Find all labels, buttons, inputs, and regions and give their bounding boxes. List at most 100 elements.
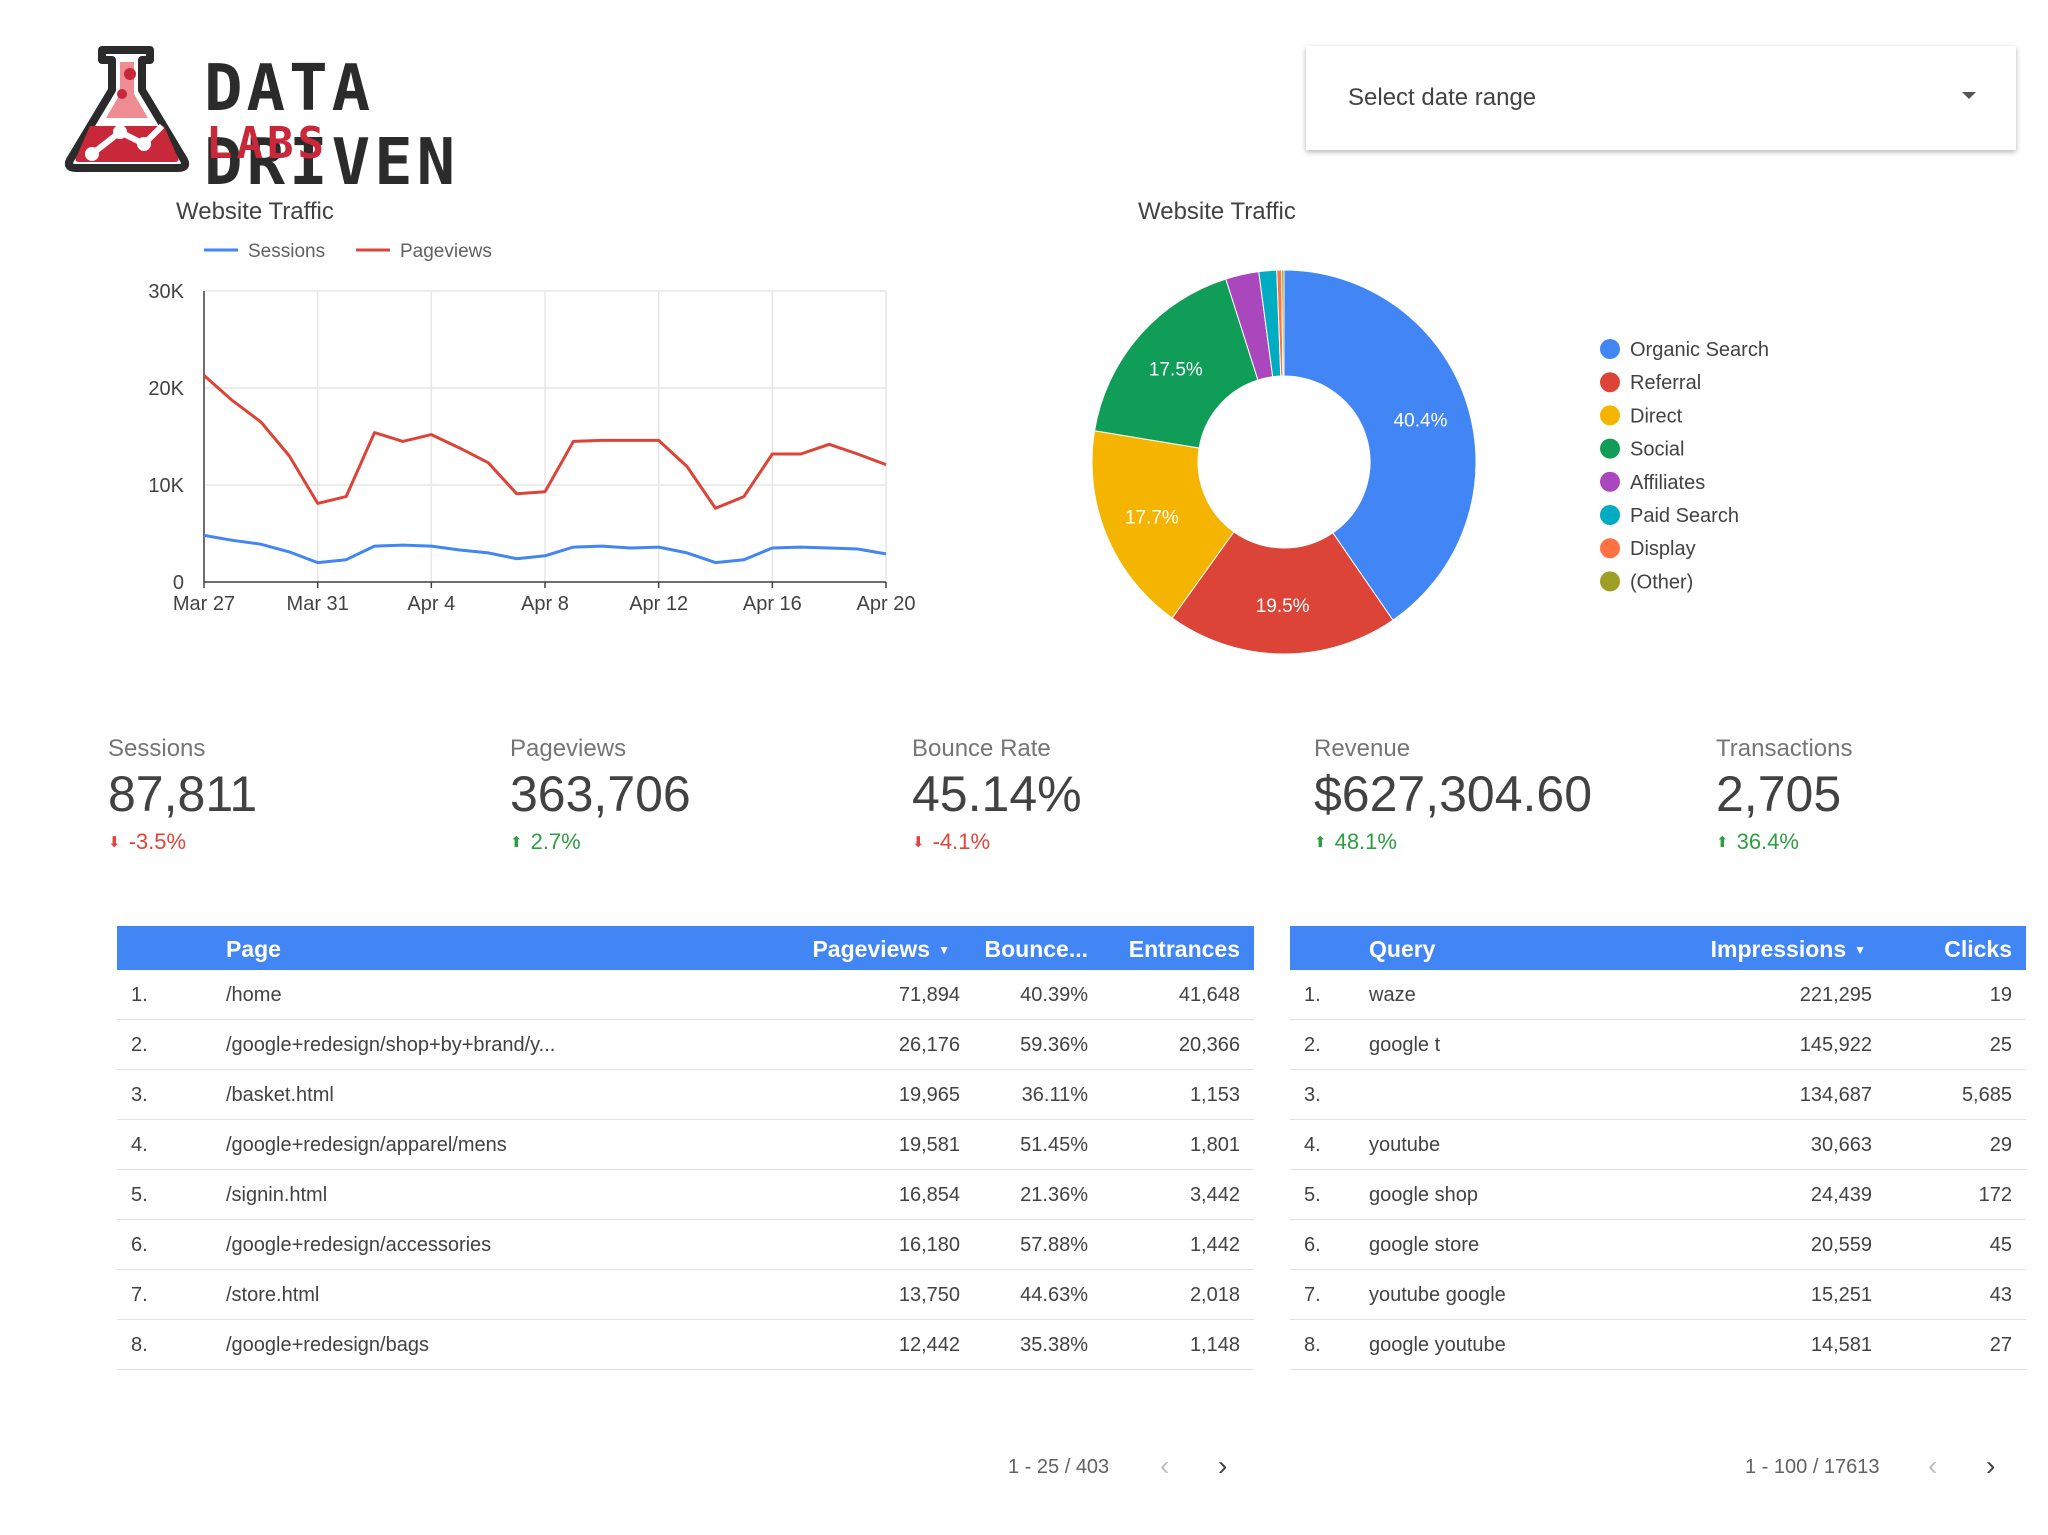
chevron-left-icon[interactable]: ‹: [1160, 1450, 1169, 1482]
cell-query: google t: [1369, 1034, 1441, 1056]
cell-bounce-rate: 36.11%: [1021, 1084, 1088, 1106]
scorecard-bounce-rate: Bounce Rate 45.14% ⬇ -4.1%: [912, 735, 1292, 855]
legend-label: Direct: [1630, 405, 1683, 427]
cell-clicks: 25: [1989, 1034, 2012, 1056]
table-row[interactable]: 8. google youtube 14,581 27: [1290, 1320, 2026, 1370]
cell-pageviews: 26,176: [898, 1034, 960, 1056]
logo-wordmark-line2: LABS: [206, 118, 328, 169]
table-row[interactable]: 4. youtube 30,663 29: [1290, 1120, 2026, 1170]
scorecard-delta-value: 2.7%: [530, 829, 581, 854]
table-row[interactable]: 9./google+redesign/nest/nest-usa12,38126…: [117, 1370, 1254, 1376]
pie-slice-affiliates: [1225, 271, 1274, 381]
cell-entrances: 1,442: [1189, 1234, 1240, 1256]
scorecard-value: 45.14%: [912, 766, 1082, 822]
row-index: 6.: [1304, 1234, 1321, 1256]
scorecard-value: $627,304.60: [1314, 766, 1593, 822]
line-chart-title: Website Traffic: [176, 198, 334, 225]
legend-swatch: [1600, 372, 1620, 393]
scorecard-label: Bounce Rate: [912, 735, 1051, 762]
scorecard-delta: ⬆ 48.1%: [1314, 829, 1694, 855]
table-row[interactable]: 4. /google+redesign/apparel/mens 19,581 51.…: [117, 1120, 1254, 1170]
column-header-impressions[interactable]: Impressions ▼: [1711, 936, 1866, 963]
cell-clicks: 5,685: [1961, 1084, 2012, 1106]
table-row[interactable]: 6. /google+redesign/accessories 16,180 57.8…: [117, 1220, 1254, 1270]
y-tick-label: 30K: [148, 281, 184, 303]
table-row[interactable]: 7. youtube google 15,251 43: [1290, 1270, 2026, 1320]
column-header-bounce[interactable]: Bounce...: [984, 936, 1088, 963]
row-index: 8.: [131, 1334, 148, 1356]
row-index: 7.: [1304, 1284, 1321, 1306]
legend-swatch: [1600, 405, 1620, 426]
cell-impressions: 15,251: [1810, 1284, 1872, 1306]
cell-entrances: 2,018: [1189, 1284, 1240, 1306]
scorecard-delta: ⬇ -3.5%: [108, 829, 488, 855]
cell-bounce-rate: 44.63%: [1020, 1284, 1088, 1306]
cell-bounce-rate: 59.36%: [1020, 1034, 1088, 1056]
cell-page: /google+redesign/shop+by+brand/y...: [226, 1034, 556, 1056]
date-range-selector[interactable]: Select date range: [1306, 46, 2016, 150]
table-row[interactable]: 2. google t 145,922 25: [1290, 1020, 2026, 1070]
row-index: 4.: [1304, 1134, 1321, 1156]
chevron-down-icon: [1962, 92, 1976, 99]
table-row[interactable]: 6. google store 20,559 45: [1290, 1220, 2026, 1270]
table-row[interactable]: 3. 134,687 5,685: [1290, 1070, 2026, 1120]
series-line-sessions: [203, 533, 887, 565]
scorecard-transactions: Transactions 2,705 ⬆ 36.4%: [1716, 735, 2048, 855]
cell-query: youtube google: [1369, 1284, 1506, 1306]
y-tick-label: 0: [173, 572, 184, 594]
table-header: Query Impressions ▼ Clicks: [1290, 926, 2026, 970]
cell-impressions: 134,687: [1799, 1084, 1872, 1106]
pie-slice-label: 17.5%: [1149, 359, 1203, 380]
chevron-right-icon[interactable]: ›: [1218, 1450, 1227, 1482]
pie-slice-social: [1093, 278, 1259, 449]
pie-slice-organic-search: [1283, 269, 1477, 621]
chevron-right-icon[interactable]: ›: [1986, 1450, 1995, 1482]
legend-swatch: [1600, 571, 1620, 592]
table-row[interactable]: 2. /google+redesign/shop+by+brand/y... 26,…: [117, 1020, 1254, 1070]
legend-label: Organic Search: [1630, 339, 1769, 361]
row-index: 5.: [1304, 1184, 1321, 1206]
cell-pageviews: 16,854: [898, 1184, 960, 1206]
legend-label: Social: [1630, 439, 1684, 461]
column-header-query[interactable]: Query: [1369, 936, 1435, 963]
row-index: 5.: [131, 1184, 148, 1206]
pie-slice-label: 40.4%: [1394, 411, 1448, 432]
table-row[interactable]: 1. waze 221,295 19: [1290, 970, 2026, 1020]
cell-query: google youtube: [1369, 1334, 1506, 1356]
chevron-left-icon[interactable]: ‹: [1928, 1450, 1937, 1482]
column-header-pageviews[interactable]: Pageviews ▼: [812, 936, 950, 963]
scorecard-delta-value: 36.4%: [1736, 829, 1799, 854]
cell-page: /google+redesign/apparel/mens: [226, 1134, 507, 1156]
row-index: 2.: [1304, 1034, 1321, 1056]
logo: DATA DRIVEN LABS: [62, 46, 602, 200]
table-row[interactable]: 8. /google+redesign/bags 12,442 35.38% 1,148: [117, 1320, 1254, 1370]
cell-clicks: 29: [1989, 1134, 2012, 1156]
table-row[interactable]: 7. /store.html 13,750 44.63% 2,018: [117, 1270, 1254, 1320]
column-header-page[interactable]: Page: [226, 936, 281, 963]
table-row[interactable]: 9.google water12,47117: [1290, 1370, 2026, 1376]
x-tick-label: Apr 16: [743, 593, 802, 615]
table-row[interactable]: 3. /basket.html 19,965 36.11% 1,153: [117, 1070, 1254, 1120]
column-header-clicks[interactable]: Clicks: [1944, 936, 2012, 963]
cell-clicks: 19: [1989, 984, 2012, 1006]
table-row[interactable]: 5. /signin.html 16,854 21.36% 3,442: [117, 1170, 1254, 1220]
legend-swatch: [1600, 438, 1620, 459]
scorecard-label: Revenue: [1314, 735, 1411, 762]
legend-label: (Other): [1630, 571, 1693, 593]
table-row[interactable]: 1. /home 71,894 40.39% 41,648: [117, 970, 1254, 1020]
pie-slice-paid-search: [1258, 269, 1282, 378]
scorecard-delta: ⬆ 36.4%: [1716, 829, 2048, 855]
pie-chart-title: Website Traffic: [1138, 198, 1296, 225]
arrow-down-icon: ⬇: [912, 834, 925, 851]
cell-entrances: 1,148: [1189, 1334, 1240, 1356]
pie-slice-other: [1281, 269, 1285, 377]
cell-page: /home: [226, 984, 282, 1006]
row-index: 1.: [131, 984, 148, 1006]
column-header-entrances[interactable]: Entrances: [1129, 936, 1240, 963]
row-index: 2.: [131, 1034, 148, 1056]
cell-query: youtube: [1369, 1134, 1441, 1156]
table-row[interactable]: 5. google shop 24,439 172: [1290, 1170, 2026, 1220]
arrow-up-icon: ⬆: [510, 834, 523, 851]
flask-logo-icon: [64, 46, 190, 172]
cell-bounce-rate: 40.39%: [1020, 984, 1088, 1006]
